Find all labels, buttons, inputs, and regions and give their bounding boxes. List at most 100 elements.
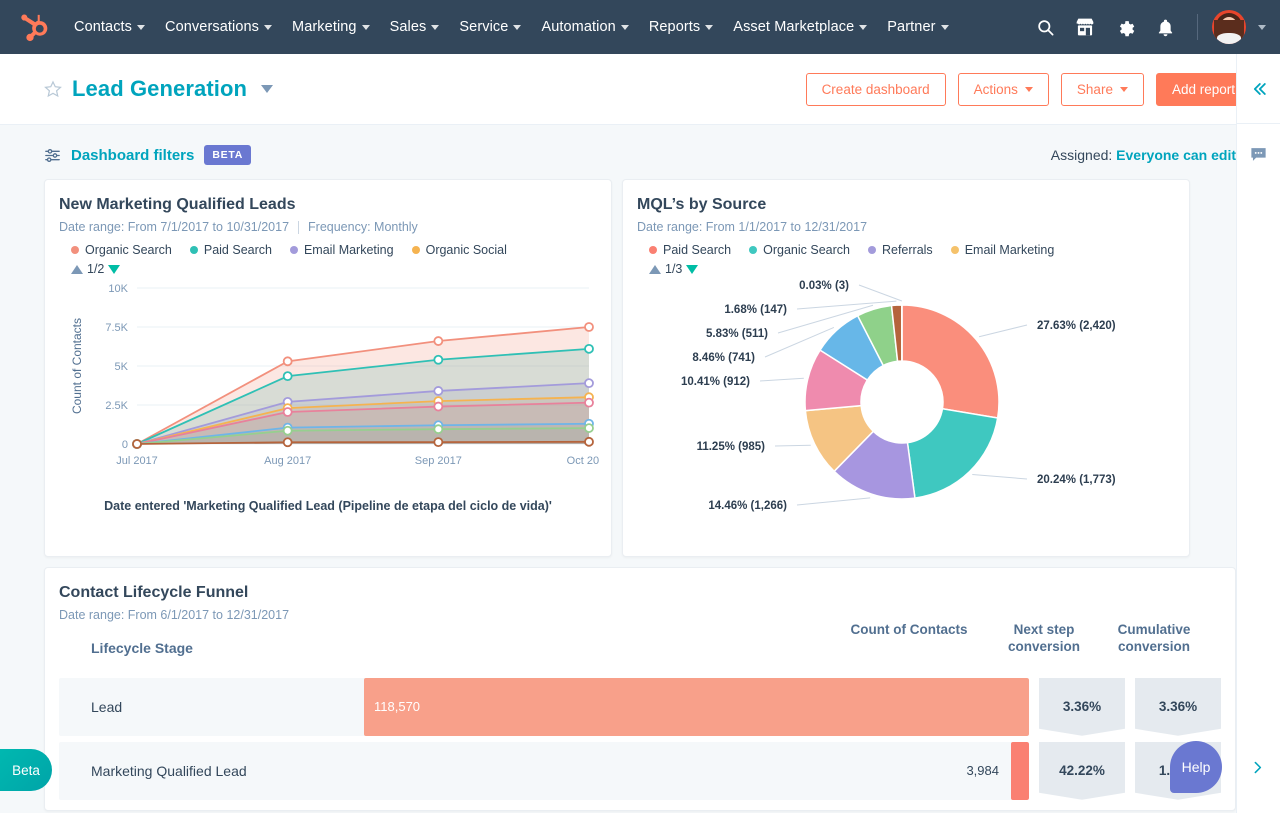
dashboard-filters-link[interactable]: Dashboard filters BETA <box>44 145 251 165</box>
nav-label: Conversations <box>165 19 260 35</box>
next-step-conversion-value: 42.22% <box>1039 741 1125 800</box>
pager-down-icon[interactable] <box>108 264 121 274</box>
chevron-down-icon <box>859 24 868 30</box>
user-avatar[interactable] <box>1212 10 1246 44</box>
date-range-text: Date range: From 1/1/2017 to 12/31/2017 <box>637 220 868 234</box>
button-label: Share <box>1076 81 1113 97</box>
comment-bubble-icon <box>1251 147 1266 161</box>
nav-item-partner[interactable]: Partner <box>877 13 958 41</box>
svg-text:Count of Contacts: Count of Contacts <box>70 318 84 414</box>
nav-label: Partner <box>887 19 936 35</box>
chevron-down-icon <box>361 24 370 30</box>
legend-label: Email Marketing <box>303 243 394 257</box>
legend-item-organic-social[interactable]: Organic Social <box>411 243 507 257</box>
account-chevron-down-icon[interactable] <box>1258 24 1266 30</box>
nav-label: Sales <box>389 19 427 35</box>
nav-item-reports[interactable]: Reports <box>639 13 723 41</box>
legend-item-email-marketing[interactable]: Email Marketing <box>289 243 394 257</box>
pager-down-icon[interactable] <box>686 264 699 274</box>
legend-label: Referrals <box>881 243 933 257</box>
dashboard-grid: New Marketing Qualified Leads Date range… <box>0 179 1280 557</box>
scroll-right-button[interactable] <box>1249 759 1266 781</box>
nav-item-sales[interactable]: Sales <box>380 13 450 41</box>
nav-label: Contacts <box>74 19 133 35</box>
column-header-next-step-conversion: Next step conversion <box>1007 622 1081 654</box>
chevron-down-icon <box>620 24 629 30</box>
double-chevron-left-icon <box>1253 82 1266 95</box>
funnel-bar <box>1011 741 1029 800</box>
collapse-sidebar-button[interactable] <box>1237 54 1280 124</box>
comments-button[interactable] <box>1237 124 1280 184</box>
legend-color-dot <box>867 246 876 254</box>
legend-item-organic-search[interactable]: Organic Search <box>749 243 850 257</box>
beta-badge: BETA <box>204 145 251 165</box>
cumulative-conversion-value: 3.36% <box>1135 677 1221 736</box>
svg-text:8.46% (741): 8.46% (741) <box>692 352 755 364</box>
assigned-label: Assigned: <box>1050 147 1113 163</box>
date-range-text: Date range: From 7/1/2017 to 10/31/2017 <box>59 220 290 234</box>
marketplace-icon[interactable] <box>1067 9 1103 45</box>
funnel-row-lead[interactable]: Lead 118,570 3.36% 3.36% <box>59 677 1221 736</box>
svg-text:11.25% (985): 11.25% (985) <box>697 441 766 453</box>
nav-item-marketing[interactable]: Marketing <box>282 13 380 41</box>
card-contact-lifecycle-funnel: Contact Lifecycle Funnel Date range: Fro… <box>44 567 1236 811</box>
create-dashboard-button[interactable]: Create dashboard <box>805 72 946 106</box>
assigned-info: Assigned: Everyone can edit <box>1051 147 1236 163</box>
nav-item-conversations[interactable]: Conversations <box>155 13 282 41</box>
funnel-bar-value: 118,570 <box>374 699 421 715</box>
date-range-text: Date range: From 6/1/2017 to 12/31/2017 <box>59 608 290 622</box>
line-chart[interactable]: 0 2.5K 5K 7.5K 10K Count of Contacts Jul 2017 A… <box>59 276 611 496</box>
legend-pager: 1/3 <box>649 262 1175 276</box>
svg-text:0: 0 <box>122 439 128 451</box>
chevron-down-icon <box>137 24 146 30</box>
notifications-bell-icon[interactable] <box>1147 9 1183 45</box>
nav-item-automation[interactable]: Automation <box>531 13 638 41</box>
legend-item-organic-search[interactable]: Organic Search <box>71 243 172 257</box>
legend-color-dot <box>649 246 657 254</box>
svg-text:Jul 2017: Jul 2017 <box>116 455 158 467</box>
svg-text:2.5K: 2.5K <box>105 400 128 412</box>
funnel-row-marketing-qualified-lead[interactable]: Marketing Qualified Lead 3,984 42.22% 1.… <box>59 741 1221 800</box>
dashboard-chevron-down-icon[interactable] <box>261 85 274 93</box>
hubspot-logo-icon[interactable] <box>18 12 48 42</box>
share-button[interactable]: Share <box>1060 72 1144 106</box>
svg-text:7.5K: 7.5K <box>105 322 128 334</box>
legend-pager: 1/2 <box>71 262 597 276</box>
nav-item-asset-marketplace[interactable]: Asset Marketplace <box>723 13 877 41</box>
frequency-text: Frequency: Monthly <box>308 220 418 234</box>
chevron-down-icon <box>705 24 714 30</box>
legend-label: Paid Search <box>663 243 732 257</box>
settings-gear-icon[interactable] <box>1107 9 1143 45</box>
pager-up-icon[interactable] <box>649 264 661 274</box>
funnel-stage-label: Lead <box>91 698 123 715</box>
svg-text:0.03% (3): 0.03% (3) <box>799 280 849 292</box>
svg-text:Oct 2017: Oct 2017 <box>567 455 599 467</box>
legend-item-referrals[interactable]: Referrals <box>867 243 933 257</box>
nav-label: Reports <box>648 19 701 35</box>
nav-item-service[interactable]: Service <box>449 13 531 41</box>
nav-divider <box>1197 14 1198 40</box>
nav-label: Automation <box>541 19 616 35</box>
header-actions: Create dashboard Actions Share Add repor… <box>805 72 1266 106</box>
beta-feedback-tab[interactable]: Beta <box>0 749 52 791</box>
actions-button[interactable]: Actions <box>957 72 1049 106</box>
nav-label: Service <box>459 19 509 35</box>
legend-item-paid-search[interactable]: Paid Search <box>189 243 272 257</box>
donut-chart[interactable]: 27.63% (2,420) 20.24% (1,773) 14.46% (1,26… <box>637 276 1175 543</box>
legend-item-paid-search[interactable]: Paid Search <box>649 243 731 257</box>
help-button[interactable]: Help <box>1170 741 1222 793</box>
legend-item-email-marketing[interactable]: Email Marketing <box>950 243 1054 257</box>
legend-color-dot <box>749 246 758 254</box>
svg-text:Sep 2017: Sep 2017 <box>415 455 462 467</box>
dashboard-filters-label: Dashboard filters <box>71 146 195 164</box>
legend-label: Paid Search <box>203 243 272 257</box>
chevron-down-icon <box>1119 86 1128 92</box>
svg-text:10K: 10K <box>108 283 128 295</box>
search-icon[interactable] <box>1027 9 1063 45</box>
nav-item-contacts[interactable]: Contacts <box>64 13 155 41</box>
pager-up-icon[interactable] <box>71 264 83 274</box>
page-title[interactable]: Lead Generation <box>72 76 247 102</box>
favorite-star-icon[interactable] <box>44 80 62 98</box>
svg-text:Aug 2017: Aug 2017 <box>264 455 311 467</box>
assigned-value-link[interactable]: Everyone can edit <box>1116 147 1236 163</box>
